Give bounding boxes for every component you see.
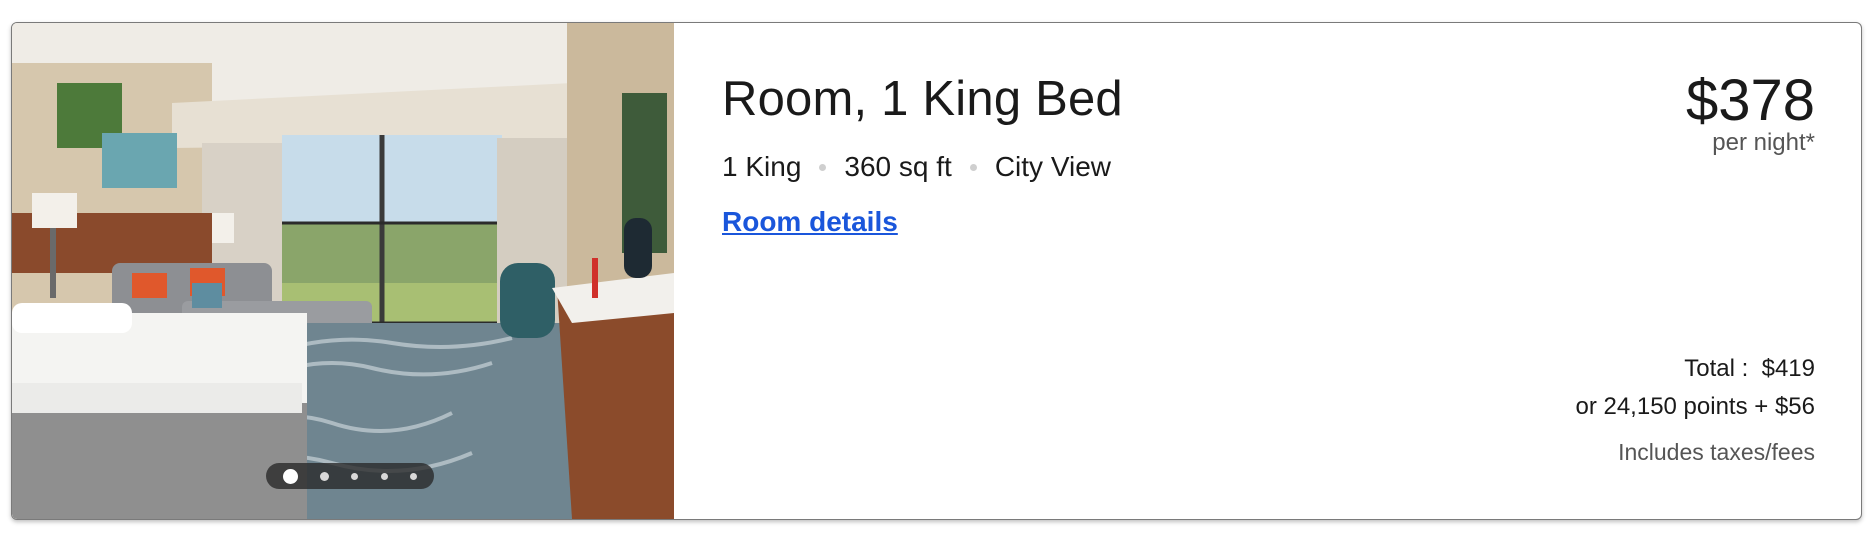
price-totals: Total : $419 or 24,150 points + $56 Incl… [1575, 355, 1815, 466]
feature-separator [969, 163, 977, 171]
total-line: Total : $419 [1575, 355, 1815, 383]
feature-bed: 1 King [722, 151, 802, 182]
room-photo-carousel[interactable] [12, 23, 674, 519]
room-card: Room, 1 King Bed 1 King 360 sq ft City V… [11, 22, 1862, 520]
room-details-link[interactable]: Room details [722, 206, 898, 238]
carousel-dot-1[interactable] [283, 468, 299, 484]
points-price: or 24,150 points + $56 [1575, 393, 1815, 420]
room-info: Room, 1 King Bed 1 King 360 sq ft City V… [722, 23, 1861, 519]
feature-size: 360 sq ft [844, 151, 952, 182]
room-photo [12, 23, 674, 519]
room-title: Room, 1 King Bed [722, 72, 1123, 126]
carousel-dot-2[interactable] [320, 471, 330, 481]
nightly-price: $378 per night* [1686, 69, 1815, 157]
carousel-dot-3[interactable] [351, 472, 359, 480]
carousel-dot-5[interactable] [409, 472, 417, 480]
taxes-note: Includes taxes/fees [1618, 439, 1815, 465]
total-value: $419 [1761, 355, 1815, 382]
price-amount: $378 [1685, 68, 1815, 133]
carousel-dot-4[interactable] [380, 472, 388, 480]
total-label: Total : [1684, 355, 1749, 382]
room-features: 1 King 360 sq ft City View [722, 151, 1111, 183]
carousel-pagination [266, 463, 434, 489]
feature-view: City View [994, 151, 1111, 182]
feature-separator [819, 163, 827, 171]
